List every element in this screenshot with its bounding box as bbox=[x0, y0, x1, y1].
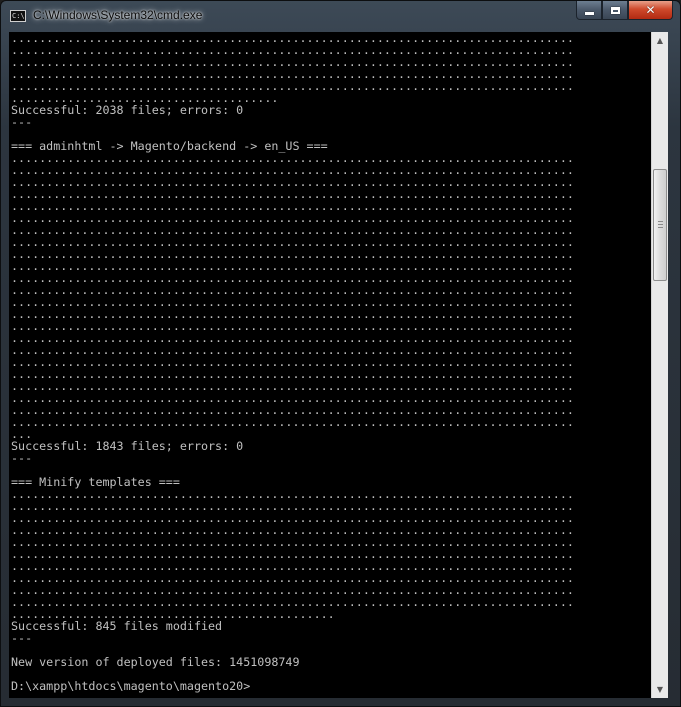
window-title: C:\Windows\System32\cmd.exe bbox=[33, 8, 203, 22]
cmd-app-icon[interactable]: C:\ bbox=[10, 10, 26, 22]
close-icon: ✕ bbox=[645, 3, 656, 17]
maximize-button[interactable] bbox=[602, 1, 628, 20]
scroll-down-arrow-icon: ▼ bbox=[656, 685, 664, 694]
console-output-area[interactable]: ........................................… bbox=[9, 32, 651, 698]
console-line: ........................................… bbox=[11, 415, 574, 429]
console-line: Successful: 845 files modified bbox=[11, 619, 223, 633]
grip-icon bbox=[658, 221, 663, 229]
console-text: ........................................… bbox=[9, 32, 651, 692]
console-line: --- bbox=[11, 115, 33, 129]
scroll-thumb[interactable] bbox=[653, 169, 667, 281]
console-line: --- bbox=[11, 631, 33, 645]
console-line: --- bbox=[11, 451, 33, 465]
console-line: Successful: 2038 files; errors: 0 bbox=[11, 103, 244, 117]
console-line: New version of deployed files: 145109874… bbox=[11, 655, 300, 669]
scroll-down-button[interactable]: ▼ bbox=[652, 681, 668, 698]
scroll-up-arrow-icon: ▲ bbox=[656, 36, 664, 45]
window-controls: ✕ bbox=[576, 1, 673, 21]
minimize-icon bbox=[584, 11, 594, 15]
minimize-button[interactable] bbox=[576, 1, 602, 20]
title-bar[interactable]: C:\ C:\Windows\System32\cmd.exe ✕ bbox=[1, 1, 680, 31]
close-button[interactable]: ✕ bbox=[628, 1, 673, 20]
scroll-up-button[interactable]: ▲ bbox=[652, 32, 668, 49]
cmd-window: C:\ C:\Windows\System32\cmd.exe ✕ ......… bbox=[0, 0, 681, 707]
console-line: Successful: 1843 files; errors: 0 bbox=[11, 439, 244, 453]
maximize-icon bbox=[610, 6, 620, 14]
console-line: D:\xampp\htdocs\magento\magento20> bbox=[11, 679, 251, 693]
vertical-scrollbar[interactable]: ▲ ▼ bbox=[651, 32, 668, 698]
